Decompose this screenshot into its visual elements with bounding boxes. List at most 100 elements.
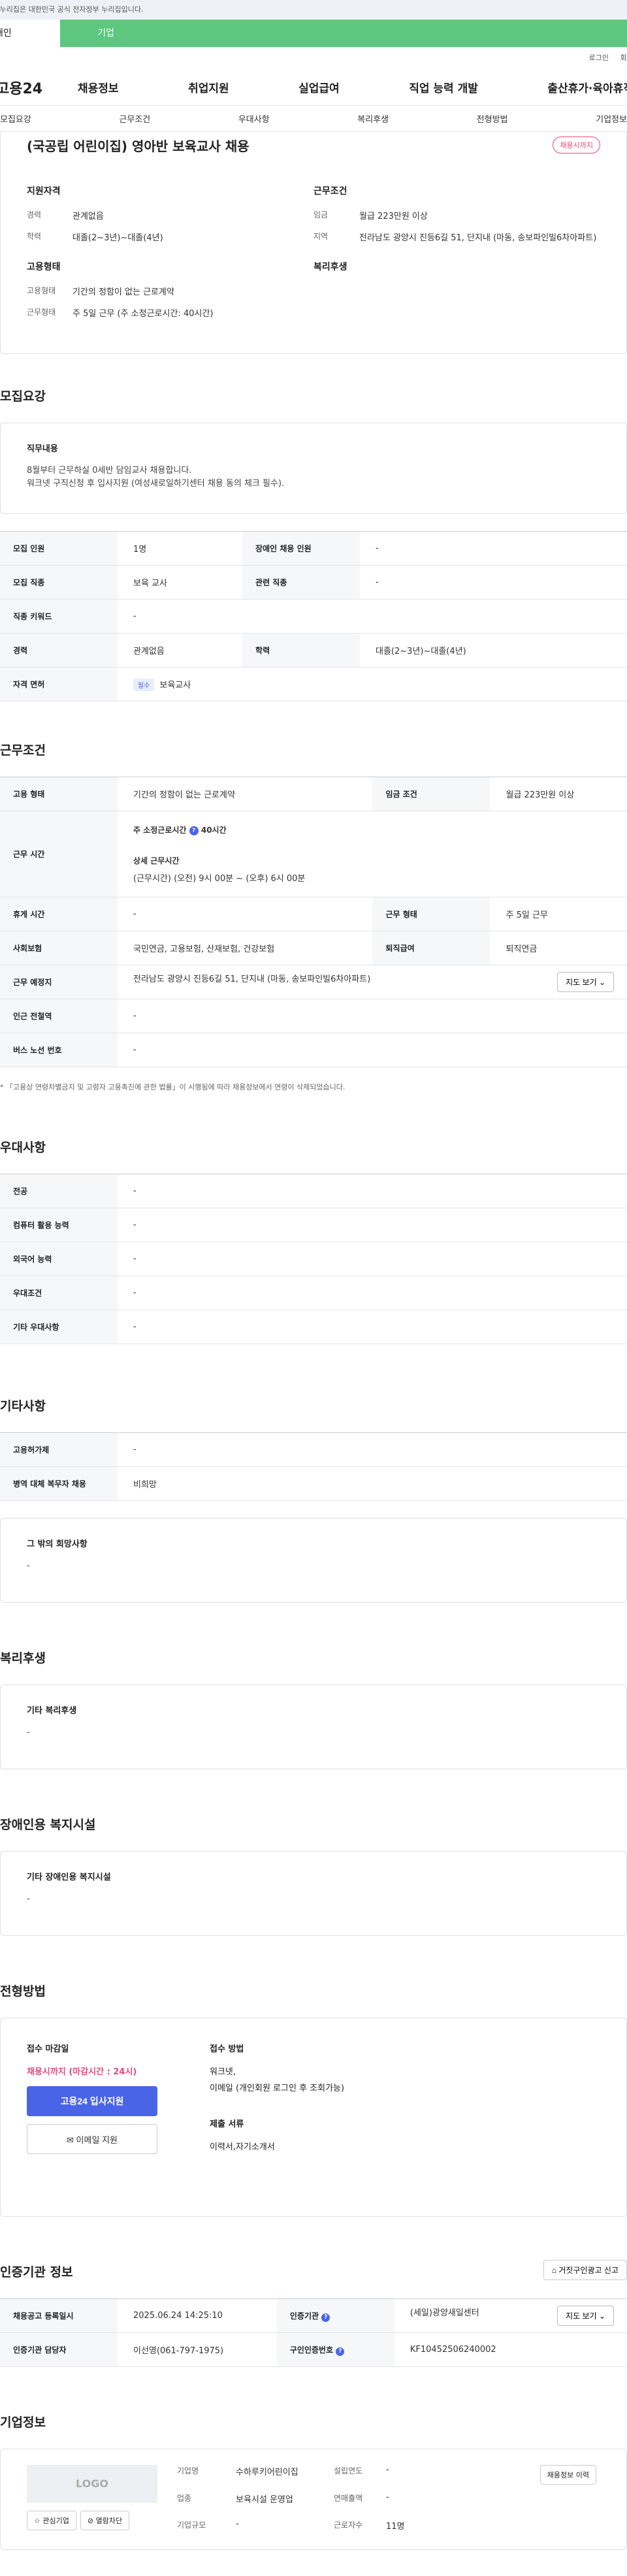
utility-menu: 로그인 회원가입 (0, 47, 627, 69)
summary-right: 근무조건 임금 월급 223만원 이상 지역 전라남도 광양시 진등6길 51, 단… (314, 184, 600, 328)
deadline-heading: 접수 마감일 (27, 2044, 69, 2054)
info-icon[interactable]: ? (189, 826, 199, 835)
table-value: - (118, 1033, 627, 1067)
table-label: 사회보험 (0, 931, 118, 965)
job-history-button[interactable]: 채용정보 이력 (539, 2465, 596, 2485)
email-apply-button[interactable]: ✉ 이메일 지원 (27, 2124, 157, 2154)
job-title: (국공립 어린이집) 영아반 보육교사 채용 (27, 138, 249, 154)
table-label: 장애인 채용 인원 (242, 531, 361, 566)
process-box: 접수 마감일 채용시까지 (마감시간 : 24시) 고용24 입사지원 ✉ 이메… (0, 2018, 627, 2217)
hours-cell: 주 소정근로시간 ? 40시간 상세 근무시간 (근무시간) (오전) 9시 0… (118, 811, 627, 897)
section-nav-recruit[interactable]: 모집요강 (0, 112, 31, 125)
welfare-box: 기타 복리후생 - (0, 1684, 627, 1769)
size-value: - (236, 2519, 239, 2530)
main-nav-item-leave[interactable]: 출산휴가·육아휴직 (547, 79, 627, 95)
site-header: 고용24 채용정보 취업지원 실업급여 직업 능력 개발 출산휴가·육아휴직 (0, 69, 627, 106)
agency-map-label: 지도 보기 (566, 2311, 597, 2321)
place-cell: 전라남도 광양시 진등6길 51, 단지내 (마동, 송보파인빌6차아파트) 지… (118, 965, 627, 999)
preference-table: 전공 - 컴퓨터 활용 능력 - 외국어 능력 - 우대조건 - 기타 우대사항 - (0, 1174, 627, 1344)
table-row: 외국어 능력 - (0, 1242, 627, 1276)
section-nav-welfare[interactable]: 복리후생 (357, 112, 389, 125)
table-label: 임금 조건 (372, 777, 490, 811)
table-label: 근무 예정지 (0, 965, 118, 999)
education-label: 학력 (27, 232, 42, 241)
method-heading: 접수 방법 (210, 2044, 244, 2054)
tab-personal[interactable]: 개인 (0, 20, 60, 47)
table-row: 경력 관계없음 학력 대졸(2~3년)~대졸(4년) (0, 633, 627, 668)
wage-label: 임금 (314, 210, 329, 219)
section-nav-preference[interactable]: 우대사항 (238, 112, 270, 125)
table-label: 고용 형태 (0, 777, 118, 811)
hours-detail-label: 상세 근무시간 (133, 856, 180, 865)
tab-business[interactable]: 기업 (86, 20, 125, 47)
hours-detail-value: (근무시간) (오전) 9시 00분 ~ (오후) 6시 00분 (133, 874, 306, 884)
login-link[interactable]: 로그인 (589, 54, 609, 62)
star-icon: ☆ (34, 2517, 40, 2525)
table-row: 채용공고 등록일시 2025.06.24 14:25:10 인증기관 ? (세일… (0, 2298, 627, 2333)
table-row: 고용 형태 기간의 정함이 없는 근로계약 임금 조건 월급 223만원 이상 (0, 777, 627, 811)
table-label: 인근 전철역 (0, 999, 118, 1033)
method-value-2: 이메일 (개인회원 로그인 후 조회가능) (210, 2084, 345, 2093)
table-value: - (360, 565, 627, 600)
license-cell: 필수 보육교사 (118, 667, 627, 701)
agency-map-button[interactable]: 지도 보기 ⌄ (557, 2306, 614, 2326)
industry-value: 보육시설 운영업 (236, 2494, 293, 2505)
education-value: 대졸(2~3년)~대졸(4년) (72, 233, 163, 243)
table-value: 주 5일 근무 (490, 897, 627, 931)
chevron-down-icon: ⌄ (598, 978, 605, 987)
table-row: 인증기관 담당자 이선영(061-797-1975) 구인인증번호 ? KF10… (0, 2332, 627, 2367)
docs-heading: 제출 서류 (210, 2119, 244, 2129)
agency-table: 채용공고 등록일시 2025.06.24 14:25:10 인증기관 ? (세일… (0, 2298, 627, 2367)
table-row: 자격 면허 필수 보육교사 (0, 667, 627, 701)
site-logo[interactable]: 고용24 (0, 77, 78, 98)
member-type-tabs: 개인 기업 (0, 20, 627, 47)
gov-banner-text: 이 누리집은 대한민국 공식 전자정부 누리집입니다. (0, 5, 144, 14)
table-row: 사회보험 국민연금, 고용보험, 산재보험, 건강보험 퇴직급여 퇴직연금 (0, 931, 627, 965)
mail-icon: ✉ (67, 2134, 74, 2145)
main-nav-item-benefit[interactable]: 실업급여 (298, 79, 340, 95)
section-nav-conditions[interactable]: 근무조건 (119, 112, 150, 125)
join-link[interactable]: 회원가입 (620, 54, 627, 62)
section-nav-company[interactable]: 기업정보 (596, 112, 627, 125)
favorite-company-button[interactable]: ☆ 관심기업 (27, 2511, 76, 2530)
main-nav-item-jobs[interactable]: 채용정보 (78, 79, 119, 95)
block-icon: ⊘ (87, 2517, 94, 2525)
hours-week-label: 주 소정근로시간 (133, 826, 187, 835)
employees-value: 11명 (386, 2522, 405, 2532)
conditions-section-title: 근무조건 (0, 743, 46, 758)
employment-heading: 고용형태 (27, 262, 61, 272)
table-value: 2025.06.24 14:25:10 (118, 2298, 277, 2333)
industry-label: 업종 (177, 2493, 192, 2503)
info-icon[interactable]: ? (336, 2347, 345, 2356)
etc-section-title: 기타사항 (0, 1399, 46, 1413)
email-apply-label: 이메일 지원 (76, 2134, 118, 2145)
chevron-down-icon: ⌄ (598, 2311, 605, 2321)
process-section-title: 전형방법 (0, 1984, 46, 1999)
main-nav-item-training[interactable]: 직업 능력 개발 (409, 79, 478, 95)
company-name-value: 수하루키어린이집 (236, 2468, 298, 2477)
qualification-heading: 지원자격 (27, 186, 61, 197)
disability-box-heading: 기타 장애인용 복지시설 (27, 1873, 111, 1882)
block-view-button[interactable]: ⊘ 열람차단 (80, 2511, 130, 2530)
table-label: 자격 면허 (0, 667, 118, 701)
table-label: 근무 시간 (0, 811, 118, 897)
table-row: 버스 노선 번호 - (0, 1033, 627, 1067)
table-value: 국민연금, 고용보험, 산재보험, 건강보험 (118, 931, 373, 965)
docs-value: 이력서,자기소개서 (210, 2142, 275, 2152)
recruit-table: 모집 인원 1명 장애인 채용 인원 - 모집 직종 보육 교사 관련 직종 -… (0, 531, 627, 701)
table-label: 경력 (0, 633, 118, 668)
table-label: 모집 직종 (0, 565, 118, 600)
info-icon[interactable]: ? (321, 2313, 330, 2322)
section-nav-process[interactable]: 전형방법 (477, 112, 508, 125)
table-value: 월급 223만원 이상 (490, 777, 627, 811)
company-info-grid: 기업명 수하루키어린이집 설립연도 - 업종 보육시설 운영업 연매출액 - 기업규모 -… (177, 2465, 484, 2534)
apply-button[interactable]: 고용24 입사지원 (27, 2086, 157, 2116)
company-logo-placeholder: LOGO (27, 2465, 157, 2503)
report-fake-ad-button[interactable]: ⌂ 거짓구인광고 신고 (543, 2260, 627, 2280)
table-value: 1명 (118, 531, 243, 566)
disability-section-title: 장애인용 복지시설 (0, 1818, 96, 1832)
map-view-button[interactable]: 지도 보기 ⌄ (557, 972, 614, 992)
main-nav-item-support[interactable]: 취업지원 (188, 79, 229, 95)
age-note: * 「고용상 연령차별금지 및 고령자 고용촉진에 관한 법률」이 시행됨에 따… (0, 1083, 346, 1091)
recruit-section-title: 모집요강 (0, 389, 46, 404)
